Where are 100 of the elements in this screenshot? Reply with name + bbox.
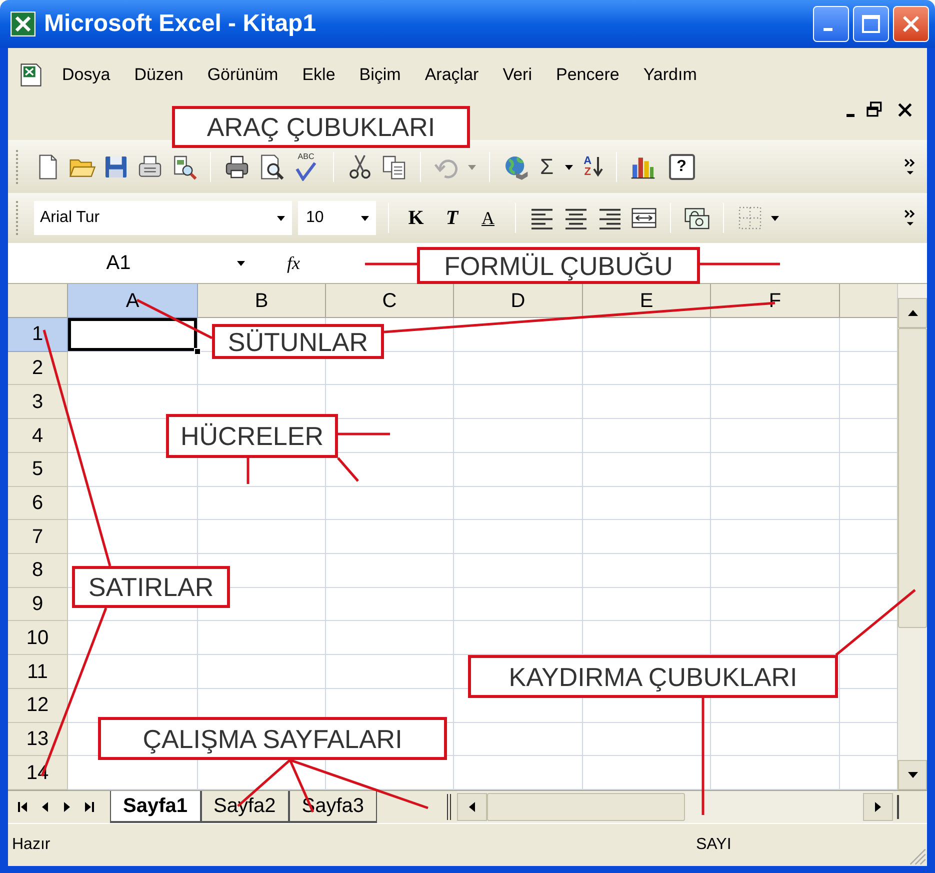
scroll-thumb[interactable] [898, 328, 927, 628]
spelling-button[interactable]: ABC [291, 152, 321, 182]
row-header[interactable]: 1 [8, 318, 68, 352]
underline-button[interactable]: A [473, 204, 503, 232]
table-cell[interactable] [454, 452, 583, 487]
row-header[interactable]: 11 [8, 655, 68, 689]
borders-icon[interactable] [736, 204, 764, 232]
minimize-icon[interactable] [846, 114, 855, 116]
table-cell[interactable] [583, 722, 711, 756]
table-cell[interactable] [454, 419, 583, 453]
table-cell[interactable] [68, 486, 198, 520]
table-cell[interactable] [454, 588, 583, 622]
table-cell[interactable] [326, 520, 454, 554]
table-cell[interactable] [583, 588, 711, 622]
table-cell[interactable] [583, 318, 711, 352]
menu-item[interactable]: Görünüm [207, 62, 278, 88]
table-cell[interactable] [326, 621, 454, 656]
table-cell[interactable] [198, 520, 326, 554]
caret-icon[interactable] [236, 258, 246, 268]
row-header[interactable]: 10 [8, 621, 68, 656]
table-cell[interactable] [711, 554, 840, 588]
menu-item[interactable]: Veri [502, 62, 532, 88]
function-label[interactable]: fx [287, 250, 317, 276]
workbook-icon[interactable] [18, 62, 44, 88]
column-header[interactable]: B [198, 284, 326, 318]
select-all-button[interactable] [8, 284, 68, 318]
row-header[interactable]: 3 [8, 385, 68, 420]
table-cell[interactable] [326, 655, 454, 689]
bold-button[interactable]: K [401, 203, 431, 233]
table-cell[interactable] [711, 419, 840, 453]
font-field[interactable]: Arial Tur [34, 201, 292, 235]
row-header[interactable]: 13 [8, 722, 68, 756]
spreadsheet-logo-icon[interactable] [10, 11, 36, 37]
table-cell[interactable] [711, 318, 840, 352]
table-cell[interactable] [326, 486, 454, 520]
caret-icon[interactable] [360, 213, 370, 223]
column-header[interactable]: C [326, 284, 454, 318]
row-header[interactable]: 7 [8, 520, 68, 554]
table-cell[interactable] [583, 486, 711, 520]
table-cell[interactable] [198, 621, 326, 656]
close-button[interactable] [893, 6, 929, 42]
table-cell[interactable] [68, 655, 198, 689]
table-cell[interactable] [583, 385, 711, 420]
row-header[interactable]: 5 [8, 452, 68, 487]
scroll-up-button[interactable] [898, 298, 927, 328]
row-header[interactable]: 9 [8, 588, 68, 622]
row-header[interactable]: 4 [8, 419, 68, 453]
table-cell[interactable] [198, 655, 326, 689]
table-cell[interactable] [711, 452, 840, 487]
column-header[interactable]: D [454, 284, 583, 318]
active-cell[interactable] [68, 318, 197, 351]
vertical-scrollbar[interactable] [897, 284, 927, 790]
menu-item[interactable]: Dosya [62, 62, 110, 88]
sheet-tab[interactable]: Sayfa1 [110, 791, 200, 823]
table-cell[interactable] [68, 520, 198, 554]
table-cell[interactable] [326, 588, 454, 622]
table-cell[interactable] [198, 486, 326, 520]
menu-item[interactable]: Ekle [302, 62, 336, 88]
name-box[interactable]: A1 [16, 246, 221, 280]
row-header[interactable]: 2 [8, 352, 68, 386]
fill-handle-icon[interactable] [194, 348, 201, 355]
scroll-left-button[interactable] [457, 793, 487, 821]
maximize-button[interactable] [853, 6, 889, 42]
scroll-right-button[interactable] [863, 793, 893, 821]
table-cell[interactable] [326, 554, 454, 588]
menu-item[interactable]: Yardım [643, 62, 697, 88]
column-header[interactable]: E [583, 284, 711, 318]
row-header[interactable]: 8 [8, 554, 68, 588]
table-cell[interactable] [583, 520, 711, 554]
menu-item[interactable]: Biçim [359, 62, 401, 88]
scroll-down-button[interactable] [898, 760, 927, 790]
table-cell[interactable] [583, 419, 711, 453]
table-cell[interactable] [68, 621, 198, 656]
table-cell[interactable] [583, 452, 711, 487]
table-cell[interactable] [583, 352, 711, 386]
table-cell[interactable] [711, 520, 840, 554]
row-header[interactable]: 12 [8, 688, 68, 723]
table-cell[interactable] [454, 385, 583, 420]
first-arrow-icon[interactable] [17, 799, 29, 815]
table-cell[interactable] [711, 588, 840, 622]
table-cell[interactable] [454, 486, 583, 520]
table-cell[interactable] [454, 554, 583, 588]
table-cell[interactable] [454, 722, 583, 756]
column-header[interactable]: A [68, 284, 198, 318]
font-size-field[interactable]: 10 [298, 201, 376, 235]
horizontal-scrollbar[interactable] [457, 791, 893, 823]
table-cell[interactable] [454, 318, 583, 352]
sheet-tab[interactable]: Sayfa2 [200, 791, 289, 823]
menu-item[interactable]: Düzen [134, 62, 184, 88]
table-cell[interactable] [711, 352, 840, 386]
table-cell[interactable] [711, 722, 840, 756]
row-header[interactable]: 6 [8, 486, 68, 520]
sum-button[interactable]: Σ [536, 156, 558, 178]
italic-button[interactable]: T [437, 203, 467, 233]
help-button[interactable]: ? [668, 154, 695, 180]
caret-icon[interactable] [770, 213, 780, 223]
table-cell[interactable] [454, 520, 583, 554]
sort-button[interactable]: A Z [584, 154, 604, 178]
caret-icon[interactable] [276, 213, 286, 223]
scroll-thumb[interactable] [487, 793, 685, 821]
